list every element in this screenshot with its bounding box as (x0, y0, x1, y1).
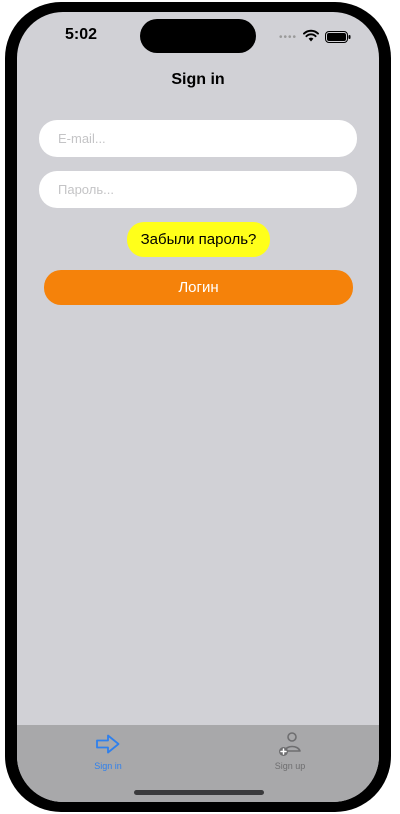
dynamic-island (140, 19, 256, 53)
tab-sign-in[interactable]: Sign in (63, 730, 153, 774)
app-screen: 5:02 •••• Sign in Забыли пароль? Логин S… (17, 12, 379, 802)
login-button[interactable]: Логин (44, 270, 353, 305)
tab-sign-in-label: Sign in (94, 761, 122, 771)
device-frame: 5:02 •••• Sign in Забыли пароль? Логин S… (5, 2, 391, 812)
arrow-right-icon (96, 734, 120, 754)
password-field[interactable] (39, 171, 357, 208)
status-time: 5:02 (65, 26, 98, 43)
tab-sign-up-label: Sign up (274, 761, 306, 771)
forgot-password-button[interactable]: Забыли пароль? (127, 222, 270, 257)
cellular-signal-icon: •••• (279, 32, 298, 43)
tab-sign-up[interactable]: Sign up (245, 730, 335, 774)
email-field[interactable] (39, 120, 357, 157)
page-title: Sign in (171, 71, 225, 88)
home-indicator[interactable] (134, 790, 264, 795)
wifi-icon (303, 29, 319, 42)
person-add-icon (279, 732, 301, 756)
battery-icon (325, 31, 351, 43)
